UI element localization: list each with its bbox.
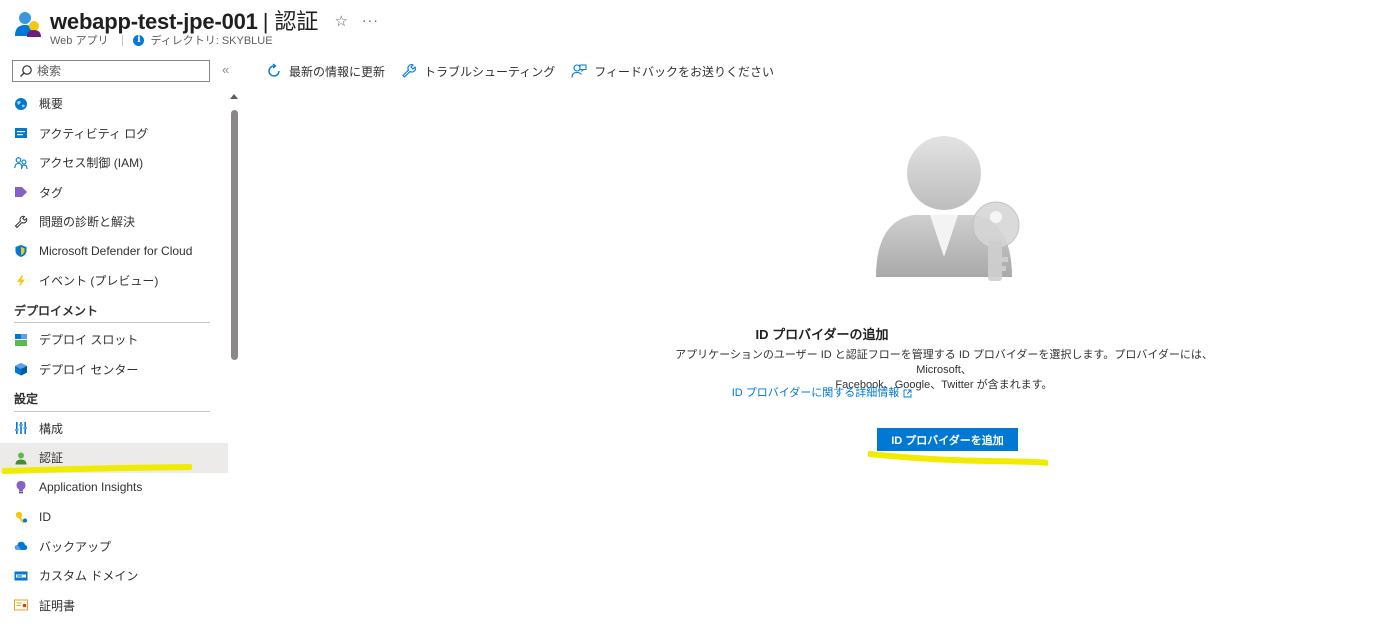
- resource-type: Web アプリ: [50, 35, 109, 47]
- directory-label: ディレクトリ: SKYBLUE: [150, 35, 273, 47]
- sidebar-item-label: バックアップ: [39, 539, 112, 554]
- sidebar-item-label: ID: [39, 509, 51, 524]
- domain-icon: [14, 571, 28, 581]
- page-subtitle: Web アプリ i ディレクトリ: SKYBLUE: [50, 32, 273, 48]
- sidebar-item-label: アクティビティ ログ: [39, 126, 149, 141]
- sidebar-item-label: カスタム ドメイン: [39, 569, 139, 584]
- sidebar-item-app-insights[interactable]: Application Insights: [0, 473, 228, 503]
- sidebar-scrollbar[interactable]: [230, 92, 238, 637]
- refresh-icon: [268, 63, 280, 77]
- activity-log-icon: [15, 128, 27, 139]
- search-icon: [20, 65, 32, 77]
- learn-more-link-row: ID プロバイダーに関する詳細情報: [244, 384, 1400, 400]
- refresh-label: 最新の情報に更新: [289, 64, 386, 79]
- favorite-star-icon[interactable]: ☆: [334, 12, 347, 30]
- key-icon: [15, 511, 27, 524]
- cloud-icon: [14, 542, 28, 551]
- sidebar-item-label: 概要: [39, 97, 64, 112]
- sidebar-item-certificates[interactable]: 証明書: [0, 591, 228, 621]
- people-icon: [14, 156, 28, 169]
- learn-more-link[interactable]: ID プロバイダーに関する詳細情報: [732, 387, 900, 399]
- add-identity-provider-button[interactable]: ID プロバイダーを追加: [877, 428, 1018, 451]
- sidebar-item-label: デプロイ スロット: [39, 333, 139, 348]
- sidebar-item-events[interactable]: イベント (プレビュー): [0, 266, 228, 296]
- sidebar-item-deploy-center[interactable]: デプロイ センター: [0, 355, 228, 385]
- app-service-user-icon: [15, 12, 41, 37]
- sidebar-item-defender[interactable]: Microsoft Defender for Cloud: [0, 237, 228, 267]
- sidebar-item-label: デプロイ センター: [39, 362, 139, 377]
- highlight-marker-button: [868, 451, 1048, 466]
- section-header-deployment: デプロイメント: [0, 296, 228, 326]
- sidebar: « 概要 アクティビティ ログ: [0, 56, 244, 637]
- sidebar-search[interactable]: [12, 60, 210, 82]
- wrench-icon: [402, 64, 416, 78]
- identity-provider-illustration: [876, 136, 1020, 281]
- sidebar-item-custom-domains[interactable]: カスタム ドメイン: [0, 561, 228, 591]
- sidebar-item-backup[interactable]: バックアップ: [0, 532, 228, 562]
- feedback-button[interactable]: フィードバックをお送りください: [571, 63, 774, 80]
- sidebar-item-overview[interactable]: 概要: [0, 89, 228, 119]
- feedback-label: フィードバックをお送りください: [594, 64, 775, 79]
- page-title: webapp-test-jpe-001 | 認証 ☆ ···: [50, 4, 379, 34]
- sidebar-item-identity[interactable]: ID: [0, 502, 228, 532]
- page-name: 認証: [274, 9, 319, 34]
- sidebar-nav: 概要 アクティビティ ログ アクセス制御 (IAM) タグ 問題の診断と解決 M…: [0, 89, 228, 620]
- info-icon: i: [133, 34, 145, 46]
- troubleshoot-label: トラブルシューティング: [424, 64, 556, 79]
- section-header-settings: 設定: [0, 384, 228, 414]
- empty-state-title: ID プロバイダーの追加: [755, 327, 889, 342]
- sidebar-item-label: Application Insights: [39, 480, 143, 495]
- sidebar-item-label: タグ: [39, 185, 64, 200]
- feedback-person-icon: [571, 64, 587, 78]
- refresh-button[interactable]: 最新の情報に更新: [266, 63, 385, 80]
- lightbulb-icon: [16, 481, 26, 494]
- page-header: webapp-test-jpe-001 | 認証 ☆ ··· Web アプリ i…: [0, 0, 1400, 50]
- sidebar-item-label: 構成: [39, 421, 64, 436]
- sidebar-item-iam[interactable]: アクセス制御 (IAM): [0, 148, 228, 178]
- more-options-icon[interactable]: ···: [362, 12, 379, 28]
- scroll-up-arrow-icon[interactable]: [230, 94, 238, 99]
- sidebar-item-label: イベント (プレビュー): [39, 274, 159, 289]
- sidebar-item-label: 問題の診断と解決: [39, 215, 136, 230]
- tag-icon: [15, 187, 27, 198]
- cube-icon: [15, 363, 27, 376]
- troubleshoot-button[interactable]: トラブルシューティング: [401, 63, 555, 80]
- globe-icon: [15, 97, 27, 110]
- sidebar-item-deploy-slots[interactable]: デプロイ スロット: [0, 325, 228, 355]
- description-line: アプリケーションのユーザー ID と認証フローを管理する ID プロバイダーを選…: [675, 349, 1213, 376]
- sidebar-item-label: アクセス制御 (IAM): [39, 156, 144, 171]
- collapse-sidebar-button[interactable]: «: [222, 62, 229, 77]
- sidebar-item-configuration[interactable]: 構成: [0, 414, 228, 444]
- shield-icon: [15, 245, 27, 258]
- person-icon: [15, 452, 27, 465]
- slots-icon: [15, 333, 27, 346]
- command-bar: 最新の情報に更新 トラブルシューティング フィードバックをお送りください: [266, 60, 790, 82]
- sidebar-item-activity-log[interactable]: アクティビティ ログ: [0, 119, 228, 149]
- sliders-icon: [15, 422, 27, 435]
- external-link-icon[interactable]: [903, 389, 912, 398]
- sidebar-item-diagnose[interactable]: 問題の診断と解決: [0, 207, 228, 237]
- sidebar-item-label: Microsoft Defender for Cloud: [39, 244, 193, 259]
- subtitle-divider: [122, 34, 124, 46]
- certificate-icon: [14, 599, 28, 611]
- sidebar-item-tags[interactable]: タグ: [0, 178, 228, 208]
- main-content: ID プロバイダーの追加 アプリケーションのユーザー ID と認証フローを管理す…: [244, 90, 1400, 637]
- wrench-icon: [14, 215, 28, 228]
- sidebar-item-label: 証明書: [39, 598, 76, 613]
- lightning-icon: [17, 274, 25, 287]
- scroll-thumb[interactable]: [231, 110, 238, 360]
- search-input[interactable]: [37, 64, 207, 78]
- highlight-marker-sidebar: [2, 464, 192, 474]
